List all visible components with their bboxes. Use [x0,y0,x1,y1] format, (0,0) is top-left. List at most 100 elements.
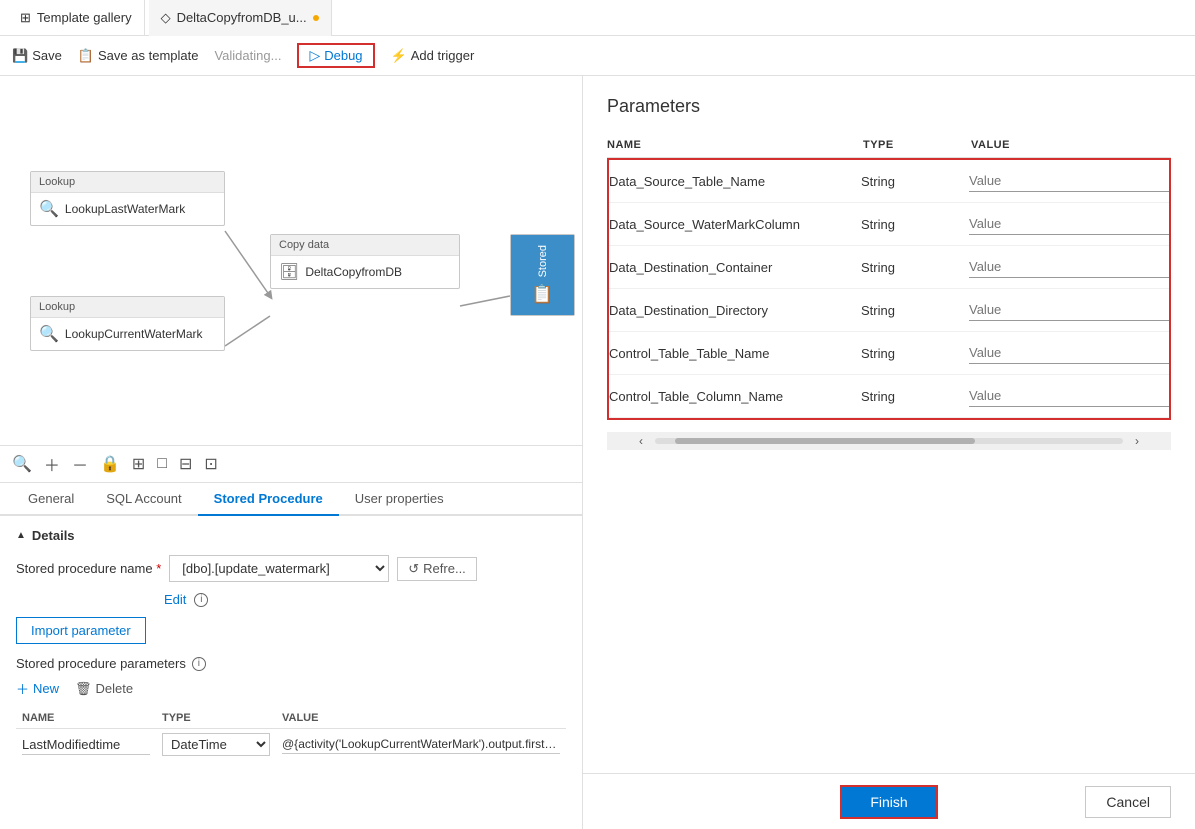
params-row: Control_Table_Table_Name String [609,332,1169,375]
lookup-node-1[interactable]: Lookup 🔍 LookupLastWaterMark [30,171,225,226]
stored-proc-params-section: Stored procedure parameters i [16,656,566,671]
col-header-name: NAME [16,708,156,729]
edit-info-icon[interactable]: i [194,593,208,607]
param-value-field-1[interactable] [969,213,1169,235]
pipeline-tab[interactable]: ◇ DeltaCopyfromDB_u... [149,0,332,36]
param-name-5: Control_Table_Column_Name [609,389,853,404]
stored-node-label: Stored [537,245,549,277]
scroll-left-arrow[interactable]: ‹ [627,432,655,450]
param-value-field-0[interactable] [969,170,1169,192]
param-name-1: Data_Source_WaterMarkColumn [609,217,853,232]
required-star: * [156,561,161,576]
scrollbar-thumb[interactable] [675,438,975,444]
remove-tool[interactable]: － [72,452,88,476]
copy-label: DeltaCopyfromDB [305,265,402,279]
param-value-wrapper-4 [969,342,1169,364]
section-arrow: ▲ [16,530,26,541]
details-section-label: Details [32,528,75,543]
param-name-2: Data_Destination_Container [609,260,853,275]
bottom-scrollbar-area: ‹ › [607,432,1171,450]
stored-procedure-tab-label: Stored Procedure [214,491,323,506]
stored-procedure-node[interactable]: Stored 📋 [510,234,575,316]
refresh-button[interactable]: ↺ Refre... [397,557,477,581]
edit-row: Edit i [16,592,566,607]
param-type-select[interactable]: DateTime [162,733,270,756]
param-name-4: Control_Table_Table_Name [609,346,853,361]
import-parameter-button[interactable]: Import parameter [16,617,146,644]
params-row: Data_Destination_Directory String [609,289,1169,332]
copy-icon: 🗄 [279,262,299,282]
tab-stored-procedure[interactable]: Stored Procedure [198,483,339,516]
add-tool[interactable]: ＋ [44,452,60,476]
save-icon: 💾 [12,48,28,64]
lock-tool[interactable]: 🔒 [100,454,120,474]
param-value-field-4[interactable] [969,342,1169,364]
scrollbar-track[interactable] [655,438,1123,444]
param-value-wrapper-0 [969,170,1169,192]
general-tab-label: General [28,491,74,506]
params-row: Data_Destination_Container String [609,246,1169,289]
lookup2-header: Lookup [31,297,224,318]
pipeline-icon: ◇ [161,10,171,26]
proc-name-row: Stored procedure name * [dbo].[update_wa… [16,555,566,582]
canvas-area[interactable]: Lookup 🔍 LookupLastWaterMark Lookup 🔍 Lo… [0,76,582,446]
tab-general[interactable]: General [12,483,90,516]
debug-button[interactable]: ▷ Debug [297,43,374,68]
copy-header: Copy data [271,235,459,256]
lookup2-icon: 🔍 [39,324,59,344]
canvas-toolbar: 🔍 ＋ － 🔒 ⊞ □ ⊟ ⊡ [0,446,582,483]
parameters-title: Parameters [607,96,1171,117]
lookup-node-2[interactable]: Lookup 🔍 LookupCurrentWaterMark [30,296,225,351]
param-value-field-2[interactable] [969,256,1169,278]
distribute-tool[interactable]: ⊡ [204,454,217,474]
new-param-button[interactable]: ＋ New [16,679,59,698]
delete-param-button[interactable]: 🗑 Delete [75,681,133,697]
align-tool[interactable]: ⊟ [179,454,192,474]
cancel-button[interactable]: Cancel [1085,786,1171,818]
trash-icon: 🗑 [75,681,92,697]
save-button[interactable]: 💾 Save [12,48,62,64]
add-trigger-button[interactable]: ⚡ Add trigger [391,48,475,64]
proc-name-label: Stored procedure name * [16,561,161,576]
col-type-header: TYPE [863,139,963,151]
col-name-header: NAME [607,139,855,151]
grid-tool[interactable]: ⊞ [132,454,145,474]
main-layout: Lookup 🔍 LookupLastWaterMark Lookup 🔍 Lo… [0,76,1195,829]
param-value-wrapper-3 [969,299,1169,321]
fit-tool[interactable]: □ [157,455,167,473]
lookup1-header: Lookup [31,172,224,193]
params-rows-container: Data_Source_Table_Name String Data_Sourc… [609,160,1169,418]
trigger-icon: ⚡ [391,48,407,64]
param-value-field-3[interactable] [969,299,1169,321]
edit-link[interactable]: Edit [164,592,186,607]
tab-user-properties[interactable]: User properties [339,483,460,516]
top-tab-bar: ⊞ Template gallery ◇ DeltaCopyfromDB_u..… [0,0,1195,36]
finish-button[interactable]: Finish [840,785,937,819]
proc-name-select[interactable]: [dbo].[update_watermark] [169,555,389,582]
bottom-panel: 🔍 ＋ － 🔒 ⊞ □ ⊟ ⊡ General SQL Account Stor… [0,446,582,829]
scroll-right-arrow[interactable]: › [1123,432,1151,450]
new-btn-label: New [33,681,59,696]
save-as-template-button[interactable]: 📋 Save as template [78,48,199,64]
zoom-search-tool[interactable]: 🔍 [12,454,32,474]
tab-sql-account[interactable]: SQL Account [90,483,197,516]
toolbar: 💾 Save 📋 Save as template Validating... … [0,36,1195,76]
params-row: Control_Table_Column_Name String [609,375,1169,418]
param-value-input[interactable] [282,735,560,754]
param-name-input[interactable] [22,735,150,755]
param-row-1: DateTime [16,729,566,761]
col-value-header: VALUE [971,139,1171,151]
template-gallery-tab[interactable]: ⊞ Template gallery [8,0,145,36]
params-row: Data_Source_Table_Name String [609,160,1169,203]
right-panel: Parameters NAME TYPE VALUE Data_Source_T… [583,76,1195,829]
stored-proc-params-label: Stored procedure parameters [16,656,186,671]
params-info-icon[interactable]: i [192,657,206,671]
copy-data-node[interactable]: Copy data 🗄 DeltaCopyfromDB [270,234,460,289]
param-value-field-5[interactable] [969,385,1169,407]
pipeline-tab-label: DeltaCopyfromDB_u... [177,10,307,25]
col-header-value: VALUE [276,708,566,729]
param-value-wrapper-2 [969,256,1169,278]
col-header-type: TYPE [156,708,276,729]
params-row: Data_Source_WaterMarkColumn String [609,203,1169,246]
value-inputs-highlighted: Data_Source_Table_Name String Data_Sourc… [607,158,1171,420]
